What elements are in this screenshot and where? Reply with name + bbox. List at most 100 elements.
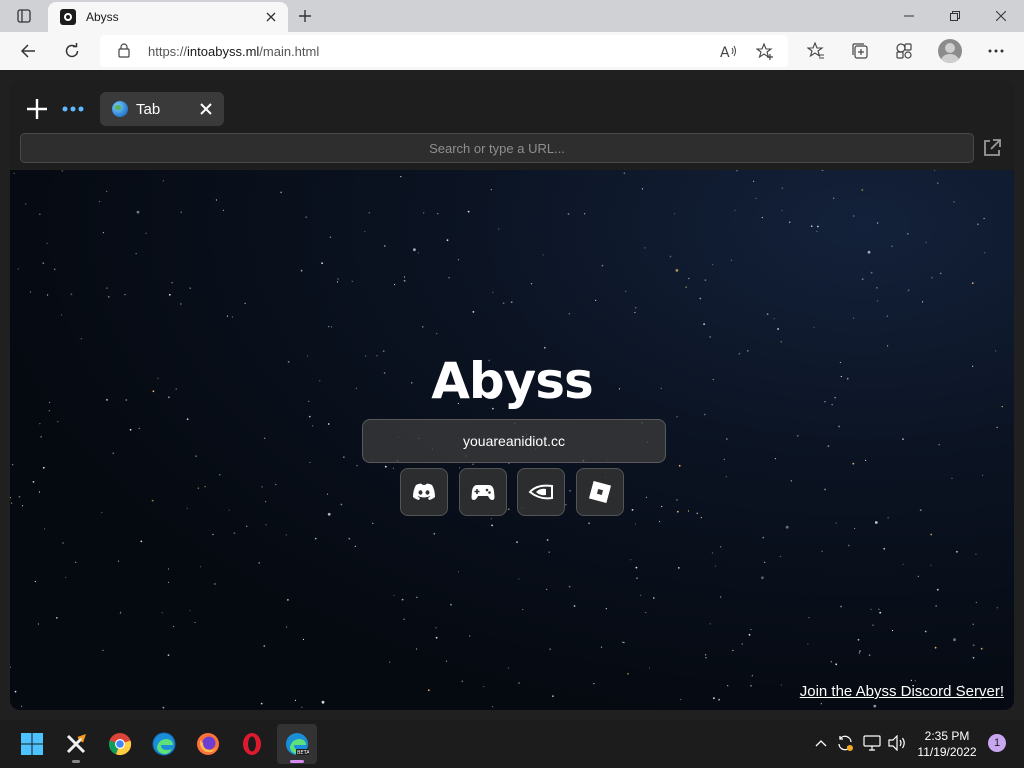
star (934, 646, 937, 649)
new-tab-button[interactable] (292, 4, 318, 28)
star (98, 201, 101, 203)
star (522, 608, 524, 611)
star (106, 190, 108, 192)
star (327, 512, 331, 516)
star (120, 611, 122, 613)
edge-beta-icon[interactable]: BETA (277, 724, 317, 764)
star (726, 438, 728, 440)
star (623, 642, 625, 644)
browser-tab[interactable]: Abyss (48, 2, 288, 32)
open-external-icon[interactable] (980, 136, 1004, 160)
star (734, 209, 736, 211)
abyss-main-search-input[interactable] (362, 419, 666, 463)
star (713, 697, 715, 700)
system-clock[interactable]: 2:35 PM 11/19/2022 (912, 728, 982, 760)
abyss-url-input[interactable] (20, 133, 974, 163)
star (264, 437, 266, 439)
star (417, 252, 419, 254)
star (180, 211, 182, 213)
star (873, 704, 877, 708)
star (372, 522, 374, 524)
star (448, 277, 450, 279)
url-text: https://intoabyss.ml/main.html (148, 44, 319, 59)
star (838, 425, 840, 428)
discord-quick-link[interactable] (400, 468, 448, 516)
star (645, 496, 648, 498)
roblox-icon (589, 481, 611, 503)
abyss-new-tab-icon[interactable] (22, 94, 52, 124)
abyss-tab[interactable]: Tab (100, 92, 224, 126)
games-quick-link[interactable] (459, 468, 507, 516)
star (13, 172, 15, 174)
restore-button[interactable] (932, 0, 978, 32)
star (853, 215, 855, 217)
tab-actions-menu-icon[interactable] (8, 4, 40, 28)
star (258, 562, 261, 564)
xampp-icon[interactable] (56, 724, 96, 764)
star (907, 233, 909, 235)
notification-badge[interactable]: 1 (988, 734, 1006, 752)
star (878, 608, 880, 610)
network-icon[interactable] (861, 732, 883, 754)
star (569, 490, 571, 492)
star (568, 313, 570, 315)
star (623, 172, 625, 174)
back-button[interactable] (12, 35, 44, 67)
star (55, 617, 58, 619)
more-options-icon[interactable] (980, 35, 1012, 67)
add-favorite-icon[interactable] (754, 41, 776, 63)
abyss-logo-title: Abyss (431, 352, 594, 410)
address-bar[interactable]: https://intoabyss.ml/main.html A (100, 35, 788, 67)
refresh-button[interactable] (56, 35, 88, 67)
star (12, 464, 14, 466)
star (403, 279, 406, 282)
star (699, 297, 702, 300)
extensions-icon[interactable] (888, 35, 920, 67)
star (356, 464, 358, 467)
close-tab-icon[interactable] (262, 8, 280, 26)
star (584, 213, 586, 215)
star (723, 458, 725, 460)
star (197, 487, 199, 489)
star (917, 575, 919, 577)
star (774, 458, 777, 460)
star (984, 252, 986, 254)
opera-icon[interactable] (232, 724, 272, 764)
star (261, 486, 263, 488)
minimize-button[interactable] (886, 0, 932, 32)
star (29, 291, 32, 293)
star (867, 250, 871, 254)
nvidia-icon (528, 484, 553, 500)
star (39, 423, 41, 425)
chrome-icon[interactable] (100, 724, 140, 764)
lock-icon[interactable] (118, 43, 130, 63)
star (573, 605, 576, 607)
close-window-button[interactable] (978, 0, 1024, 32)
show-hidden-icons-chevron-icon[interactable] (810, 732, 832, 754)
abyss-more-icon[interactable] (58, 94, 88, 124)
star (57, 421, 59, 423)
abyss-tab-close-icon[interactable] (198, 101, 214, 117)
firefox-icon[interactable] (188, 724, 228, 764)
star (939, 272, 942, 275)
star (870, 271, 873, 274)
roblox-quick-link[interactable] (576, 468, 624, 516)
star (936, 182, 939, 184)
star (727, 685, 729, 687)
sync-icon[interactable] (834, 732, 856, 754)
collections-icon[interactable] (844, 35, 876, 67)
edge-icon[interactable] (144, 724, 184, 764)
read-aloud-icon[interactable]: A (718, 41, 740, 63)
star (934, 170, 936, 172)
star (233, 532, 236, 535)
start-icon[interactable] (12, 724, 52, 764)
taskbar: BETA 2:35 PM 11/19/2022 1 (0, 720, 1024, 768)
profile-avatar-icon[interactable] (938, 39, 962, 63)
star (413, 248, 416, 252)
favorites-icon[interactable] (800, 35, 832, 67)
star (80, 338, 82, 340)
star (39, 213, 41, 215)
discord-server-link[interactable]: Join the Abyss Discord Server! (800, 683, 1004, 700)
volume-icon[interactable] (886, 732, 908, 754)
nvidia-quick-link[interactable] (517, 468, 565, 516)
